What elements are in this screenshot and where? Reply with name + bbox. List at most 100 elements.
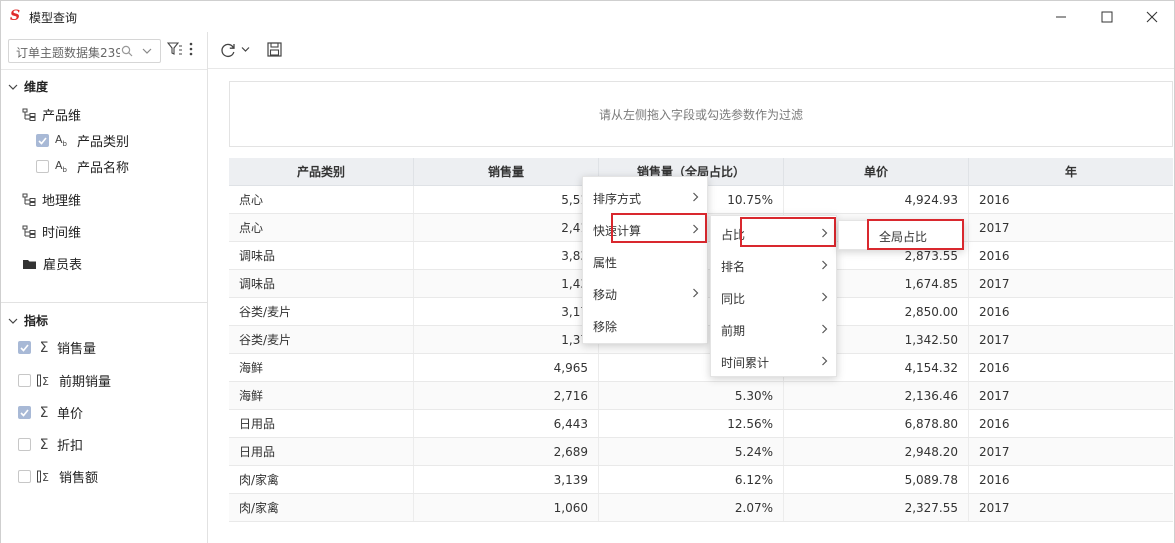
menu-item-label: 占比 bbox=[721, 227, 746, 242]
minimize-icon bbox=[1056, 16, 1066, 17]
table-cell: 2,136.46 bbox=[784, 382, 969, 409]
table-row[interactable]: 日用品 2,689 5.24% 2,948.20 2017 bbox=[229, 438, 1173, 466]
window-title: 模型查询 bbox=[29, 11, 78, 25]
measure-discount[interactable]: Σ 折扣 bbox=[18, 435, 83, 454]
menu-item-label: 时间累计 bbox=[721, 355, 770, 370]
dimension-group-label: 产品维 bbox=[42, 109, 82, 124]
measure-label: 单价 bbox=[57, 407, 84, 422]
column-header[interactable]: 单价 bbox=[784, 158, 969, 185]
field-panel: 订单主题数据集239 维度 产品维 Ab 产品类别 Ab 产品名称 地理维 时间… bbox=[1, 32, 208, 543]
menu-item-ranking[interactable]: 排名 bbox=[711, 250, 836, 282]
table-cell: 2,327.55 bbox=[784, 494, 969, 521]
menu-item-label: 全局占比 bbox=[879, 229, 928, 244]
menu-item-label: 移除 bbox=[593, 319, 618, 334]
minimize-button[interactable] bbox=[1038, 1, 1084, 32]
table-cell: 2017 bbox=[979, 332, 1010, 347]
menu-item-previous-period[interactable]: 前期 bbox=[711, 314, 836, 346]
menu-item-move[interactable]: 移动 bbox=[583, 278, 707, 310]
table-cell: 3,139 bbox=[414, 466, 599, 493]
table-cell: 4,924.93 bbox=[784, 186, 969, 213]
table-cell: 2017 bbox=[979, 220, 1010, 235]
table-row[interactable]: 海鲜 4,965 4,154.32 2016 bbox=[229, 354, 1173, 382]
close-icon bbox=[1146, 11, 1158, 22]
menu-item-time-accumulation[interactable]: 时间累计 bbox=[711, 346, 836, 378]
close-button[interactable] bbox=[1129, 1, 1175, 32]
column-header[interactable]: 销售量 bbox=[414, 158, 599, 185]
more-vertical-icon[interactable] bbox=[188, 42, 194, 56]
measure-sales-qty[interactable]: Σ 销售量 bbox=[18, 338, 96, 357]
filter-drop-zone[interactable]: 请从左侧拖入字段或勾选参数作为过滤 bbox=[229, 81, 1173, 147]
menu-item-remove[interactable]: 移除 bbox=[583, 310, 707, 342]
calc-field-icon: Σ bbox=[37, 374, 49, 387]
text-field-icon: Ab bbox=[55, 158, 67, 175]
column-header[interactable]: 年 bbox=[969, 158, 1173, 185]
table-row[interactable]: 海鲜 2,716 5.30% 2,136.46 2017 bbox=[229, 382, 1173, 410]
menu-item-label: 移动 bbox=[593, 287, 618, 302]
chevron-right-icon bbox=[693, 224, 699, 234]
dimension-group-geo[interactable]: 地理维 bbox=[22, 190, 81, 209]
measure-sales-amount[interactable]: Σ 销售额 bbox=[18, 467, 98, 486]
field-checkbox[interactable] bbox=[36, 160, 49, 173]
column-header[interactable]: 产品类别 bbox=[229, 158, 414, 185]
measure-checkbox[interactable] bbox=[18, 470, 31, 483]
panel-divider[interactable] bbox=[1, 302, 207, 303]
text-field-icon: Ab bbox=[55, 132, 67, 149]
menu-item-sort[interactable]: 排序方式 bbox=[583, 182, 707, 214]
check-icon bbox=[20, 343, 29, 352]
table-cell: 2016 bbox=[979, 472, 1010, 487]
measure-checkbox[interactable] bbox=[18, 341, 31, 354]
measure-prev-sales[interactable]: Σ 前期销量 bbox=[18, 371, 111, 390]
table-cell: 肉/家禽 bbox=[229, 494, 414, 521]
field-checkbox[interactable] bbox=[36, 134, 49, 147]
field-product-category[interactable]: Ab 产品类别 bbox=[36, 131, 129, 150]
measures-header[interactable]: 指标 bbox=[8, 312, 48, 329]
table-row[interactable]: 肉/家禽 3,139 6.12% 5,089.78 2016 bbox=[229, 466, 1173, 494]
chevron-right-icon bbox=[693, 288, 699, 298]
field-product-name[interactable]: Ab 产品名称 bbox=[36, 157, 129, 176]
model-query-window: S 模型查询 订单主题数据集239 维度 产品维 Ab 产品类别 Ab 产品名称… bbox=[0, 0, 1175, 543]
measure-unit-price[interactable]: Σ 单价 bbox=[18, 403, 83, 422]
table-cell: 2016 bbox=[979, 304, 1010, 319]
table-cell: 2,689 bbox=[414, 438, 599, 465]
measures-title: 指标 bbox=[24, 314, 49, 328]
quick-calc-submenu: 占比 排名 同比 前期 时间累计 bbox=[710, 215, 837, 377]
table-cell: 2016 bbox=[979, 360, 1010, 375]
table-cell: 2016 bbox=[979, 416, 1010, 431]
refresh-icon[interactable] bbox=[220, 42, 236, 58]
dimension-group-product[interactable]: 产品维 bbox=[22, 105, 81, 124]
save-icon[interactable] bbox=[267, 42, 282, 57]
dataset-selector[interactable]: 订单主题数据集239 bbox=[8, 39, 161, 63]
measure-checkbox[interactable] bbox=[18, 374, 31, 387]
dimensions-header[interactable]: 维度 bbox=[8, 78, 48, 95]
measure-checkbox[interactable] bbox=[18, 406, 31, 419]
title-bar: S 模型查询 bbox=[1, 1, 1174, 32]
svg-text:Σ: Σ bbox=[42, 375, 49, 387]
table-row[interactable]: 日用品 6,443 12.56% 6,878.80 2016 bbox=[229, 410, 1173, 438]
chevron-down-icon[interactable] bbox=[241, 46, 250, 53]
chevron-right-icon bbox=[822, 356, 828, 366]
maximize-button[interactable] bbox=[1084, 1, 1130, 32]
menu-item-quick-calc[interactable]: 快速计算 bbox=[583, 214, 707, 246]
table-cell: 6,443 bbox=[414, 410, 599, 437]
table-cell: 2,716 bbox=[414, 382, 599, 409]
filter-icon[interactable] bbox=[167, 42, 183, 56]
menu-item-global-percentage[interactable]: 全局占比 bbox=[839, 220, 963, 252]
table-cell: 2016 bbox=[979, 248, 1010, 263]
dimension-group-employee[interactable]: 雇员表 bbox=[22, 254, 82, 273]
dimension-group-time[interactable]: 时间维 bbox=[22, 222, 81, 241]
table-row[interactable]: 肉/家禽 1,060 2.07% 2,327.55 2017 bbox=[229, 494, 1173, 522]
measure-checkbox[interactable] bbox=[18, 438, 31, 451]
menu-item-properties[interactable]: 属性 bbox=[583, 246, 707, 278]
menu-item-yoy[interactable]: 同比 bbox=[711, 282, 836, 314]
menu-item-percentage[interactable]: 占比 bbox=[711, 218, 836, 250]
table-cell: 3,83 bbox=[414, 242, 599, 269]
table-cell: 4,965 bbox=[414, 354, 599, 381]
table-cell: 5.24% bbox=[599, 438, 784, 465]
table-cell: 1,43 bbox=[414, 270, 599, 297]
table-cell: 2,948.20 bbox=[784, 438, 969, 465]
table-cell: 2.07% bbox=[599, 494, 784, 521]
chevron-down-icon bbox=[8, 318, 18, 324]
field-label: 产品名称 bbox=[77, 161, 130, 176]
table-cell: 点心 bbox=[229, 214, 414, 241]
sigma-icon: Σ bbox=[39, 436, 49, 453]
